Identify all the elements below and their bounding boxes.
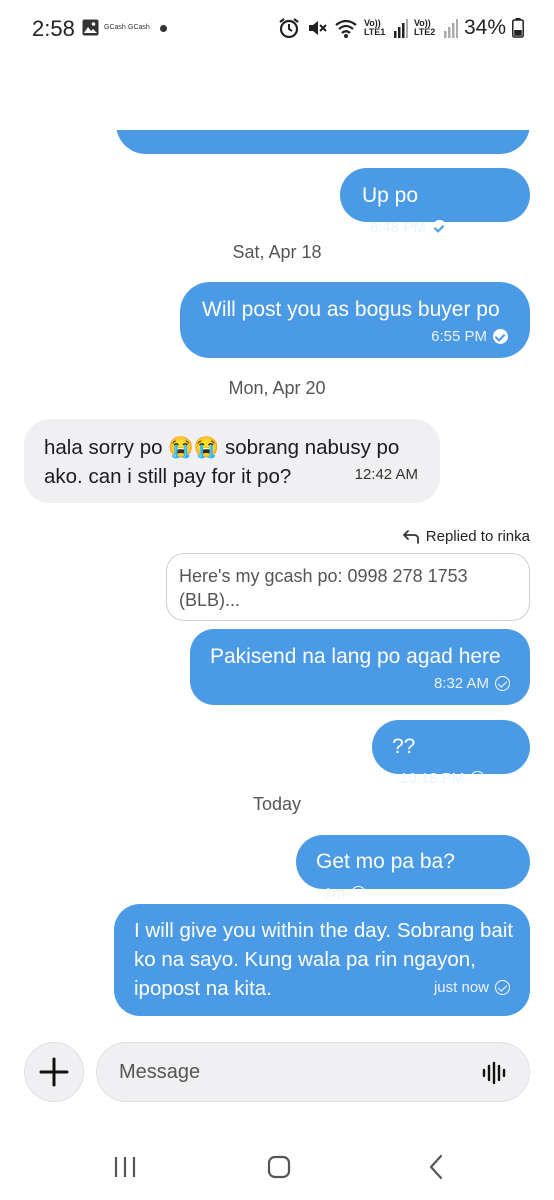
- message-bubble[interactable]: Up po 6:48 PM: [340, 168, 530, 236]
- signal-icon: [443, 19, 458, 38]
- message-bubble[interactable]: Get mo pa ba? 1m: [296, 835, 530, 902]
- sent-check-icon: [495, 980, 510, 995]
- message-bubble[interactable]: I will give you within the day. Sobrang …: [114, 904, 530, 1016]
- gcash-notification: GCash: [104, 24, 126, 31]
- read-check-icon: [431, 220, 447, 235]
- signal-icon: [393, 19, 408, 38]
- read-check-icon: [493, 329, 508, 344]
- reply-label-text: Replied to rinka: [425, 528, 530, 545]
- message-time: 6:55 PM: [431, 328, 487, 345]
- message-bubble[interactable]: ?? 10:18 PM: [372, 720, 530, 787]
- header-background: [0, 58, 554, 130]
- battery-icon: [512, 18, 524, 38]
- message-time: just now: [433, 979, 489, 996]
- status-icons: Vo)) LTE1 Vo)) LTE2 34%: [278, 12, 524, 44]
- recent-apps-icon[interactable]: [112, 1154, 138, 1180]
- message-time: 10:18 PM: [400, 770, 465, 787]
- message-meta: 10:18 PM: [400, 764, 486, 793]
- gcash-notification: GCash: [128, 24, 150, 31]
- message-placeholder: Message: [119, 1061, 201, 1083]
- sent-check-icon: [495, 676, 510, 691]
- battery-percent: 34%: [463, 16, 506, 39]
- message-bubble[interactable]: Will post you as bogus buyer po 6:55 PM: [180, 282, 530, 358]
- message-composer: Message: [0, 1040, 554, 1104]
- wifi-icon: [335, 19, 357, 38]
- sent-check-icon: [350, 886, 366, 901]
- alarm-icon: [279, 18, 299, 39]
- date-separator: Mon, Apr 20: [228, 378, 326, 398]
- message-meta: 6:48 PM: [370, 213, 447, 242]
- quoted-message[interactable]: Here's my gcash po: 0998 278 1753 (BLB).…: [166, 553, 530, 621]
- sim2-label: Vo)) LTE2: [413, 18, 436, 37]
- photo-icon: [82, 19, 99, 36]
- message-time: 6:48 PM: [370, 219, 426, 236]
- date-separator: Sat, Apr 18: [232, 242, 322, 262]
- more-notifications-dot: [160, 25, 167, 32]
- sim1-label: Vo)) LTE1: [363, 18, 386, 37]
- message-text: ??: [392, 735, 416, 758]
- plus-icon: [39, 1057, 69, 1087]
- voice-message-icon[interactable]: [481, 1060, 507, 1086]
- message-input[interactable]: Message: [96, 1042, 530, 1102]
- message-meta: just now: [434, 973, 510, 1002]
- home-icon[interactable]: [266, 1154, 292, 1180]
- add-attachment-button[interactable]: [24, 1042, 84, 1102]
- reply-arrow-icon: [402, 529, 419, 544]
- nav-back-icon[interactable]: [424, 1154, 450, 1180]
- date-separator: Today: [252, 794, 302, 814]
- message-meta: 6:55 PM: [431, 322, 508, 351]
- message-meta: 8:32 AM: [434, 669, 510, 698]
- quoted-text: Here's my gcash po: 0998 278 1753 (BLB).…: [179, 566, 468, 610]
- status-time: 2:58: [32, 16, 75, 41]
- message-time: 12:42 AM: [354, 466, 418, 483]
- mute-icon: [308, 21, 327, 35]
- message-time: 8:32 AM: [433, 675, 489, 692]
- status-bar: 2:58 GCash GCash Vo)) LTE1 Vo)) LTE2 34%: [0, 0, 554, 58]
- message-bubble[interactable]: Pakisend na lang po agad here 8:32 AM: [190, 629, 530, 705]
- message-text: Up po: [362, 184, 419, 207]
- message-bubble-incoming[interactable]: hala sorry po 😭😭 sobrang nabusy po ako. …: [24, 419, 440, 503]
- message-meta: 12:42 AM: [355, 460, 418, 489]
- reply-label: Replied to rinka: [402, 528, 530, 545]
- system-nav-bar: [0, 1140, 554, 1200]
- message-text: Get mo pa ba?: [316, 850, 455, 873]
- sent-check-icon: [470, 771, 486, 786]
